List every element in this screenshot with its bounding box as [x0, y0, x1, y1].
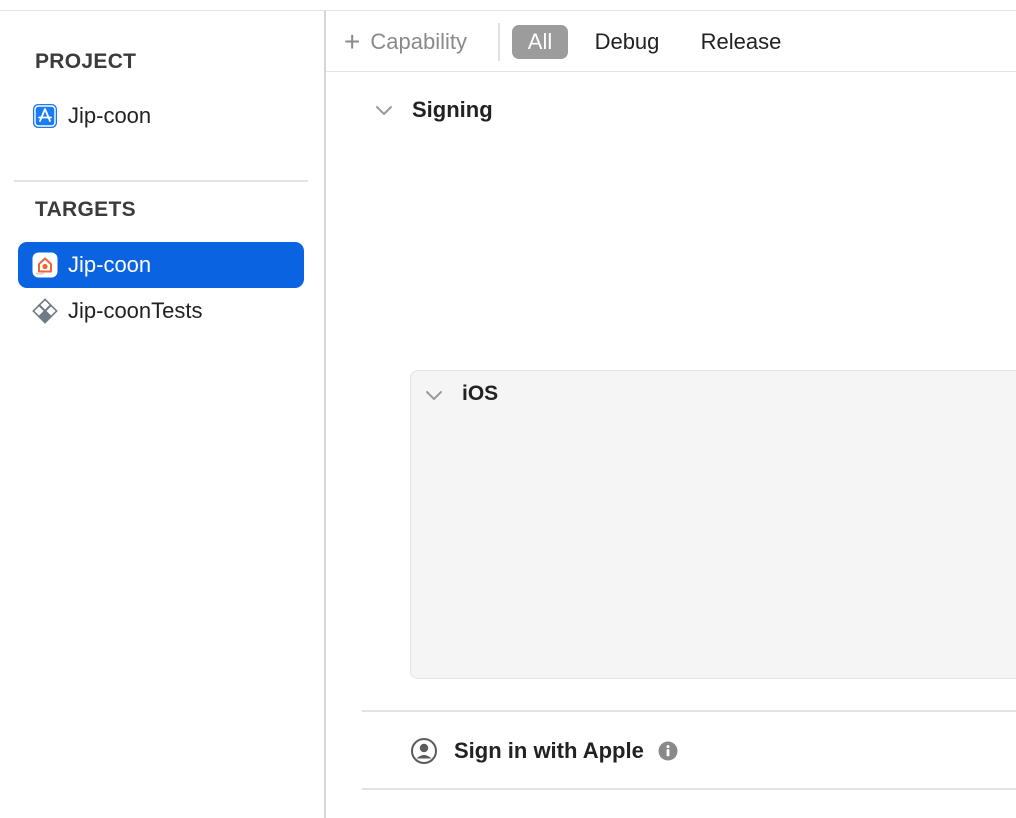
capabilities-toolbar: + Capability All Debug Release: [326, 11, 1016, 71]
plus-icon: +: [344, 26, 361, 57]
segment-all[interactable]: All: [512, 25, 568, 59]
sidebar-item-label: Jip-coon: [68, 252, 152, 277]
add-capability-label: Capability: [370, 29, 467, 54]
sidebar-item-label: Jip-coonTests: [68, 298, 203, 323]
segment-debug[interactable]: Debug: [582, 25, 672, 59]
ios-panel-title: iOS: [462, 382, 499, 405]
sidebar-separator: [14, 180, 308, 182]
person-circle-icon: [410, 737, 438, 765]
toolbar-border: [326, 71, 1016, 72]
segment-release[interactable]: Release: [688, 25, 794, 59]
sidebar-divider[interactable]: [324, 11, 326, 818]
capability-label: Sign in with Apple: [454, 738, 644, 763]
signing-section-title: Signing: [412, 97, 493, 122]
sidebar-item-target-jip-coontests[interactable]: Jip-coonTests: [18, 288, 304, 334]
capability-separator-bottom: [362, 788, 1016, 790]
add-capability-button[interactable]: + Capability: [344, 25, 467, 59]
app-store-icon: [32, 103, 58, 129]
toolbar-separator: [498, 23, 500, 61]
app-target-icon: [32, 252, 58, 278]
sidebar-item-label: Jip-coon: [68, 103, 152, 128]
targets-section-header: TARGETS: [35, 198, 136, 221]
info-icon[interactable]: [658, 741, 678, 761]
signing-disclosure-chevron-down-icon[interactable]: [375, 101, 393, 119]
sidebar-item-target-jip-coon[interactable]: Jip-coon: [18, 242, 304, 288]
capability-separator: [362, 710, 1016, 712]
ios-disclosure-chevron-down-icon[interactable]: [425, 386, 443, 404]
ios-signing-panel: [410, 370, 1016, 679]
test-target-icon: [32, 298, 58, 324]
capability-sign-in-with-apple[interactable]: Sign in with Apple: [410, 734, 678, 768]
project-section-header: PROJECT: [35, 50, 137, 73]
sidebar-item-project-jip-coon[interactable]: Jip-coon: [18, 93, 304, 139]
